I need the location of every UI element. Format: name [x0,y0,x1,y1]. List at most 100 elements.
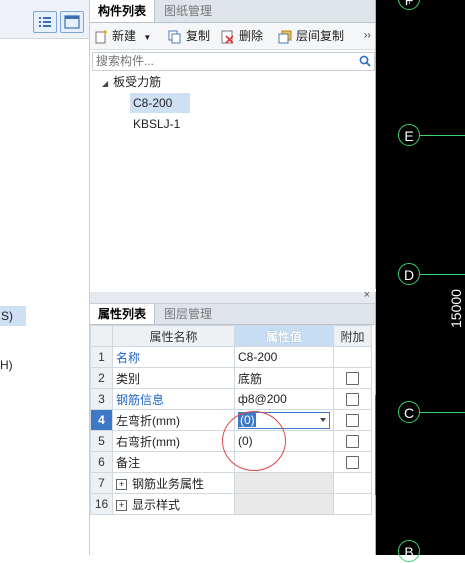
attach-cell [333,388,372,410]
axis-marker-c[interactable]: C [398,401,420,423]
header-attach: 附加 [333,325,372,347]
property-group: + 显示样式 [112,493,235,515]
properties-tabbar: 属性列表 图层管理 [90,304,375,325]
close-icon[interactable]: × [364,289,370,301]
table-row[interactable]: 1 名称 C8-200 [90,346,372,368]
property-name: 左弯折(mm) [112,409,235,431]
axis-marker-e[interactable]: E [398,124,420,146]
dropdown-arrow-icon: ▼ [143,33,152,42]
expand-arrow-icon[interactable]: ◢ [102,79,108,88]
delete-icon [221,30,234,44]
dimension-label: 15000 [448,289,464,328]
property-name: 名称 [112,346,235,368]
properties-titlebar: × [90,289,375,304]
tab-layer-management[interactable]: 图层管理 [156,304,220,324]
search-icon[interactable] [359,55,371,67]
table-row-group[interactable]: 16 + 显示样式 [90,493,372,515]
attach-cell [333,430,372,452]
tab-property-list[interactable]: 属性列表 [90,304,155,324]
table-row[interactable]: 3 钢筋信息 ф8@200 [90,388,372,410]
left-pane-item[interactable]: H) [0,358,13,372]
new-button-label: 新建 [112,29,137,43]
tree-item-selected[interactable]: C8-200 [130,93,190,113]
attach-checkbox[interactable] [346,414,359,428]
table-header-row: 属性名称 属性值 附加 [90,325,372,347]
tree-item-label: KBSLJ-1 [133,117,181,131]
property-group-label: 钢筋业务属性 [132,476,205,491]
copy-icon [168,30,181,44]
property-value[interactable]: C8-200 [234,346,334,368]
delete-button[interactable]: 删除 [221,27,263,45]
window-view-button[interactable] [60,11,84,33]
attach-checkbox[interactable] [346,393,359,407]
tree-root-label: 板受力筋 [113,75,162,89]
attach-checkbox[interactable] [346,372,359,386]
row-number: 5 [90,430,113,452]
list-view-button[interactable] [33,11,57,33]
header-property-name: 属性名称 [112,325,235,347]
axis-marker-d[interactable]: D [398,263,420,285]
tree-item-label: C8-200 [133,96,173,110]
new-button[interactable]: 新建 ▼ [94,27,151,45]
property-name: 类别 [112,367,235,389]
axis-marker-f[interactable]: F [398,0,420,10]
tab-drawing-management[interactable]: 图纸管理 [156,0,220,22]
annotation-circle [222,411,286,471]
component-list-panel: 构件列表 图纸管理 新建 ▼ 复制 删除 层间复制 ›› 搜索构件... ◢ 板… [90,0,376,289]
left-pane-selected-item[interactable]: S) [0,306,26,326]
attach-cell [333,346,372,368]
copy-button[interactable]: 复制 [168,27,210,45]
tab-component-list[interactable]: 构件列表 [90,0,155,22]
property-value[interactable]: ф8@200 [234,388,334,410]
property-value [234,493,334,515]
property-value [234,472,334,494]
row-number: 1 [90,346,113,368]
component-search [92,52,375,71]
table-row-group[interactable]: 7 + 钢筋业务属性 [90,472,372,494]
attach-cell [333,493,372,515]
attach-cell [333,367,372,389]
left-pane-item-label: H) [0,358,13,372]
expand-plus-icon[interactable]: + [116,499,127,511]
tree-item[interactable]: KBSLJ-1 [133,114,180,134]
dropdown-arrow-icon[interactable] [320,417,326,422]
tree-root-node[interactable]: ◢ 板受力筋 [102,72,161,92]
attach-cell [333,409,372,431]
row-number: 2 [90,367,113,389]
component-tabbar: 构件列表 图纸管理 [90,0,375,23]
row-number: 3 [90,388,113,410]
property-name: 右弯折(mm) [112,430,235,452]
list-view-icon [39,17,51,27]
attach-checkbox[interactable] [346,456,359,470]
toolbar-overflow-button[interactable]: ›› [364,27,371,45]
attach-checkbox[interactable] [346,435,359,449]
attach-cell [333,472,372,494]
property-name: 钢筋信息 [112,388,235,410]
drawing-canvas[interactable]: F E D C B 15000 [376,0,465,562]
axis-marker-b[interactable]: B [398,540,420,562]
header-num [90,325,113,347]
row-number: 4 [90,409,113,431]
floor-copy-button[interactable]: 层间复制 [278,27,344,45]
property-name: 备注 [112,451,235,473]
grid-line-c [420,412,465,413]
header-property-value: 属性值 [234,325,334,347]
left-pane [0,0,90,555]
floor-copy-button-label: 层间复制 [296,29,345,43]
grid-line-e [420,135,465,136]
table-row[interactable]: 2 类别 底筋 [90,367,372,389]
property-group-label: 显示样式 [132,497,181,512]
grid-line-d [420,274,465,275]
floor-copy-icon [278,30,292,44]
row-number: 6 [90,451,113,473]
copy-button-label: 复制 [186,29,211,43]
property-group: + 钢筋业务属性 [112,472,235,494]
attach-cell [333,451,372,473]
left-pane-header [0,0,90,39]
component-toolbar: 新建 ▼ 复制 删除 层间复制 ›› [90,23,375,50]
component-search-input[interactable] [93,53,349,68]
property-value[interactable]: 底筋 [234,367,334,389]
expand-plus-icon[interactable]: + [116,478,127,490]
row-number: 7 [90,472,113,494]
left-pane-item-label: S) [1,309,13,323]
